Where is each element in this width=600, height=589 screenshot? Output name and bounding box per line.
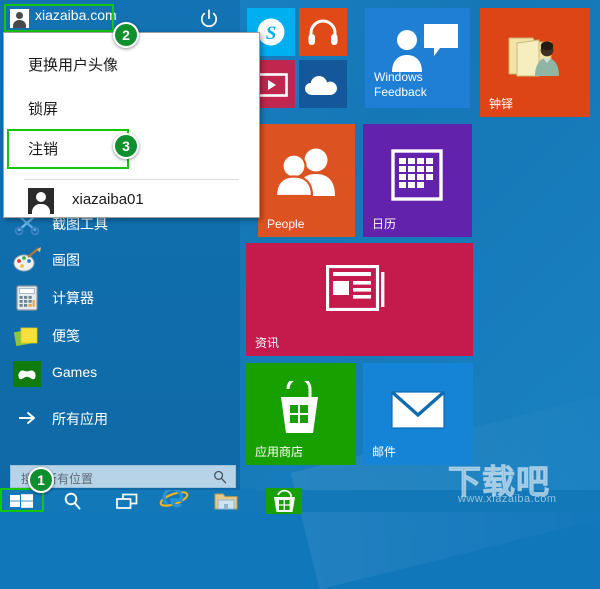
taskbar bbox=[0, 490, 600, 512]
tile-music[interactable] bbox=[299, 8, 347, 56]
annotation-badge-3: 3 bbox=[113, 133, 139, 159]
games-icon bbox=[12, 359, 42, 389]
app-item-sticky-notes[interactable]: 便笺 bbox=[8, 318, 233, 354]
app-label: 画图 bbox=[52, 250, 80, 270]
app-list: 截图工具 画图 bbox=[0, 206, 240, 396]
sticky-notes-icon bbox=[12, 321, 42, 351]
headphones-icon bbox=[307, 17, 339, 52]
app-item-games[interactable]: Games bbox=[8, 356, 233, 392]
search-icon bbox=[213, 470, 227, 484]
people-icon bbox=[274, 146, 338, 203]
paint-icon bbox=[12, 245, 42, 275]
tile-people[interactable]: People bbox=[258, 124, 355, 237]
tile-onedrive[interactable] bbox=[299, 60, 347, 108]
annotation-badge-1: 1 bbox=[28, 467, 54, 493]
all-apps-label: 所有应用 bbox=[52, 409, 108, 429]
annotation-badge-2: 2 bbox=[113, 22, 139, 48]
tile-store[interactable]: 应用商店 bbox=[246, 363, 356, 465]
user-folder-icon bbox=[505, 30, 565, 83]
tile-news[interactable]: 资讯 bbox=[246, 243, 473, 356]
menu-user-name-label: xiazaiba01 bbox=[72, 191, 144, 208]
taskbar-start-button[interactable] bbox=[0, 490, 44, 512]
menu-item-lock-screen[interactable]: 锁屏 bbox=[4, 91, 259, 129]
account-dropdown-menu: 更换用户头像 锁屏 注销 xiazaiba01 bbox=[3, 32, 260, 218]
menu-separator bbox=[24, 179, 239, 180]
taskbar-search-button[interactable] bbox=[52, 490, 96, 512]
app-item-paint[interactable]: 画图 bbox=[8, 242, 233, 278]
account-button-highlight bbox=[4, 4, 114, 32]
tile-label: 资讯 bbox=[255, 336, 279, 350]
tile-windows-feedback[interactable]: Windows Feedback bbox=[365, 8, 470, 108]
arrow-right-icon bbox=[18, 410, 36, 426]
app-label: Games bbox=[52, 364, 97, 380]
calculator-icon bbox=[12, 283, 42, 313]
start-menu: xiazaiba.com 更换用户头像 锁屏 注销 xiazaiba01 bbox=[0, 0, 600, 490]
tile-label: 应用商店 bbox=[255, 445, 303, 459]
onedrive-cloud-icon bbox=[304, 73, 342, 102]
taskbar-store-button[interactable] bbox=[266, 488, 302, 514]
all-apps-button[interactable]: 所有应用 bbox=[8, 402, 233, 434]
mail-envelope-icon bbox=[391, 391, 445, 434]
calendar-icon bbox=[391, 149, 443, 206]
app-label: 计算器 bbox=[52, 288, 94, 308]
tile-area: S bbox=[240, 0, 600, 490]
taskbar-file-explorer-button[interactable] bbox=[204, 490, 248, 512]
tile-label: People bbox=[267, 217, 304, 231]
news-icon bbox=[326, 265, 388, 316]
app-item-calculator[interactable]: 计算器 bbox=[8, 280, 233, 316]
tile-label: Windows Feedback bbox=[374, 70, 427, 100]
taskbar-internet-explorer-button[interactable] bbox=[152, 490, 196, 512]
svg-text:S: S bbox=[266, 23, 277, 44]
power-icon[interactable] bbox=[198, 8, 220, 30]
tile-calendar[interactable]: 日历 bbox=[363, 124, 472, 237]
store-bag-icon bbox=[272, 381, 328, 442]
taskbar-task-view-button[interactable] bbox=[104, 490, 148, 512]
tile-user-folder[interactable]: 钟铎 bbox=[480, 8, 590, 117]
tile-label: 日历 bbox=[372, 217, 396, 231]
tile-label: 邮件 bbox=[372, 445, 396, 459]
menu-item-change-avatar[interactable]: 更换用户头像 bbox=[4, 47, 259, 85]
tile-label: 钟铎 bbox=[489, 97, 513, 111]
user-avatar-icon bbox=[28, 188, 54, 214]
app-label: 便笺 bbox=[52, 326, 80, 346]
tile-mail[interactable]: 邮件 bbox=[363, 363, 473, 465]
menu-item-switch-user[interactable]: xiazaiba01 bbox=[28, 188, 238, 214]
